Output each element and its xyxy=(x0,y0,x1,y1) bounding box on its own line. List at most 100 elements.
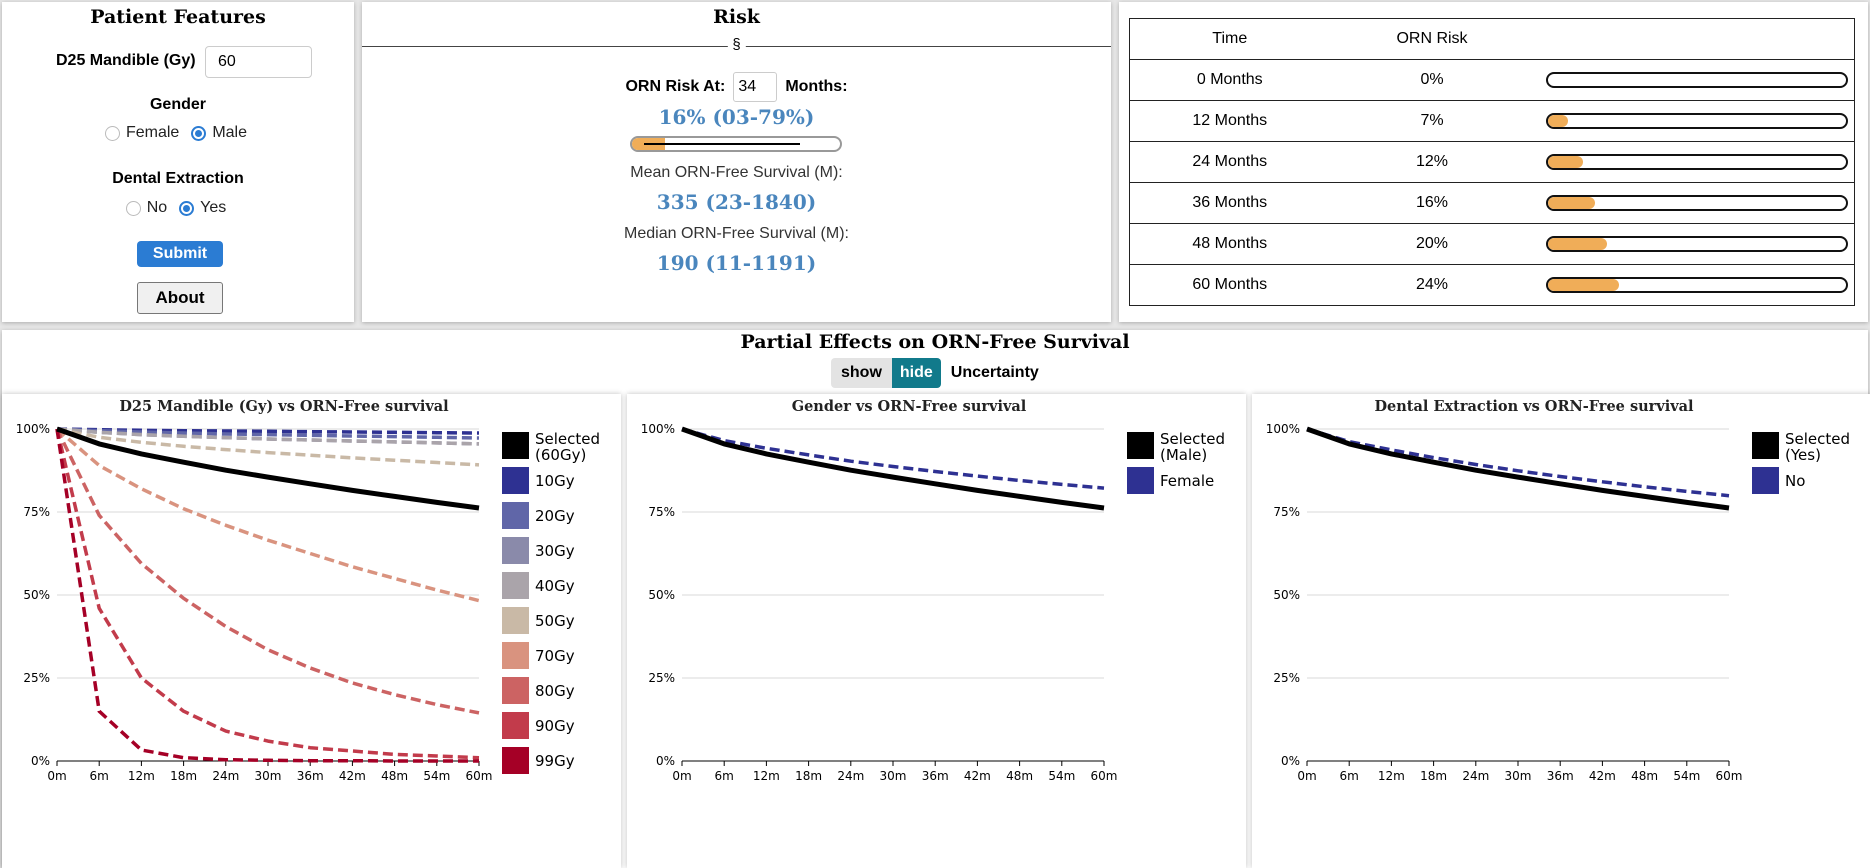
time-cell: 60 Months xyxy=(1129,264,1330,306)
radio-no[interactable] xyxy=(125,200,141,216)
x-tick-label: 42m xyxy=(339,769,366,783)
legend-swatch xyxy=(502,642,529,669)
about-button[interactable]: About xyxy=(137,282,223,314)
x-tick-label: 36m xyxy=(297,769,324,783)
x-tick-label: 12m xyxy=(1378,769,1405,783)
d25-chart: D25 Mandible (Gy) vs ORN-Free survival 10… xyxy=(16,398,600,783)
time-cell: 0 Months xyxy=(1129,59,1330,101)
dental-option-no[interactable]: No xyxy=(125,199,167,217)
series-line xyxy=(1306,427,1730,498)
patient-features-title: Patient Features xyxy=(90,6,266,28)
x-tick-label: 60m xyxy=(1716,769,1743,783)
series-line xyxy=(55,427,480,603)
section-sign: § xyxy=(727,36,746,53)
x-tick-label: 54m xyxy=(423,769,450,783)
x-tick-label: 24m xyxy=(837,769,864,783)
x-tick-label: 48m xyxy=(1006,769,1033,783)
x-tick-label: 36m xyxy=(1547,769,1574,783)
gender-option-female[interactable]: Female xyxy=(104,124,179,142)
risk-panel: Risk § ORN Risk At: Months: 16% (03-79%)… xyxy=(362,2,1111,322)
risk-progress-fill xyxy=(1547,197,1596,209)
legend-label: 50Gy xyxy=(535,612,575,630)
x-tick-label: 18m xyxy=(795,769,822,783)
d25-label: D25 Mandible (Gy) xyxy=(56,52,196,69)
legend-swatch xyxy=(1127,432,1154,459)
risk-cell: 7% xyxy=(1329,100,1535,142)
legend-label: 40Gy xyxy=(535,577,575,595)
time-cell: 48 Months xyxy=(1129,223,1330,265)
time-header: Time xyxy=(1129,18,1330,60)
radio-yes[interactable] xyxy=(179,200,195,216)
x-tick-label: 42m xyxy=(964,769,991,783)
gender-chart: Gender vs ORN-Free survival 100% 75% 50% 25%… xyxy=(641,398,1225,783)
x-tick-label: 24m xyxy=(212,769,239,783)
legend-swatch xyxy=(1752,467,1779,494)
table-row: 0 Months 0% xyxy=(1129,59,1855,101)
legend-swatch xyxy=(502,677,529,704)
risk-progress-bar xyxy=(1545,113,1848,129)
legend-swatch xyxy=(1127,467,1154,494)
legend-swatch xyxy=(502,467,529,494)
x-tick-label: 30m xyxy=(1505,769,1532,783)
hide-uncertainty-button[interactable]: hide xyxy=(891,358,941,388)
risk-bar-cell xyxy=(1534,141,1855,183)
table-row: 36 Months 16% xyxy=(1129,182,1855,224)
orn-risk-header: ORN Risk xyxy=(1329,18,1535,60)
risk-progress-bar xyxy=(1545,72,1848,88)
legend-label: 70Gy xyxy=(535,647,575,665)
chart-title: D25 Mandible (Gy) vs ORN-Free survival xyxy=(119,398,449,415)
legend-label: 99Gy xyxy=(535,752,575,770)
gender-radio-group: Female Male xyxy=(2,124,354,142)
risk-cell: 12% xyxy=(1329,141,1535,183)
gender-option-male[interactable]: Male xyxy=(191,124,247,142)
series-line xyxy=(55,428,480,715)
legend-label: Female xyxy=(1160,472,1214,490)
radio-female[interactable] xyxy=(104,125,120,141)
risk-cell: 16% xyxy=(1329,182,1535,224)
legend-swatch xyxy=(502,607,529,634)
legend-swatch xyxy=(502,502,529,529)
bar-header xyxy=(1534,18,1855,60)
legend-swatch xyxy=(502,432,529,459)
x-tick-label: 36m xyxy=(922,769,949,783)
legend-label: 20Gy xyxy=(535,507,575,525)
risk-progress-fill xyxy=(1547,238,1608,250)
x-tick-label: 30m xyxy=(255,769,282,783)
x-tick-label: 0m xyxy=(1297,769,1316,783)
y-tick-label: 25% xyxy=(23,671,50,685)
d25-chart-panel: D25 Mandible (Gy) vs ORN-Free survival 10… xyxy=(2,394,621,868)
risk-bar-cell xyxy=(1534,264,1855,306)
risk-title: Risk xyxy=(713,6,760,28)
y-tick-label: 0% xyxy=(31,754,50,768)
risk-value: 16% (03-79%) xyxy=(658,105,815,129)
y-tick-label: 50% xyxy=(1273,588,1300,602)
legend-label: 30Gy xyxy=(535,542,575,560)
legend-swatch xyxy=(502,572,529,599)
show-uncertainty-button[interactable]: show xyxy=(831,358,892,388)
legend-label: Selected (Yes) xyxy=(1785,430,1850,464)
x-tick-label: 54m xyxy=(1048,769,1075,783)
dental-option-yes[interactable]: Yes xyxy=(179,199,226,217)
risk-bar-cell xyxy=(1534,100,1855,142)
chart-title: Gender vs ORN-Free survival xyxy=(792,398,1027,415)
radio-male[interactable] xyxy=(191,125,207,141)
risk-at-label: ORN Risk At: xyxy=(625,78,726,95)
x-tick-label: 60m xyxy=(466,769,493,783)
legend-label: 90Gy xyxy=(535,717,575,735)
partial-effects-panel: Partial Effects on ORN-Free Survival sho… xyxy=(2,330,1870,868)
risk-progress-fill xyxy=(1547,156,1584,168)
y-tick-label: 75% xyxy=(1273,505,1300,519)
risk-at-row: ORN Risk At: Months: xyxy=(362,72,1111,102)
d25-input[interactable] xyxy=(205,46,312,78)
mean-value: 335 (23-1840) xyxy=(656,190,817,214)
risk-bar-cell xyxy=(1534,59,1855,101)
chart-title: Dental Extraction vs ORN-Free survival xyxy=(1374,398,1694,415)
y-tick-label: 75% xyxy=(23,505,50,519)
dental-chart-panel: Dental Extraction vs ORN-Free survival 10… xyxy=(1252,394,1870,868)
y-tick-label: 50% xyxy=(648,588,675,602)
submit-button[interactable]: Submit xyxy=(137,241,223,267)
y-tick-label: 100% xyxy=(16,422,50,436)
x-tick-label: 12m xyxy=(128,769,155,783)
risk-months-input[interactable] xyxy=(733,72,778,102)
risk-progress-bar xyxy=(1545,277,1848,293)
